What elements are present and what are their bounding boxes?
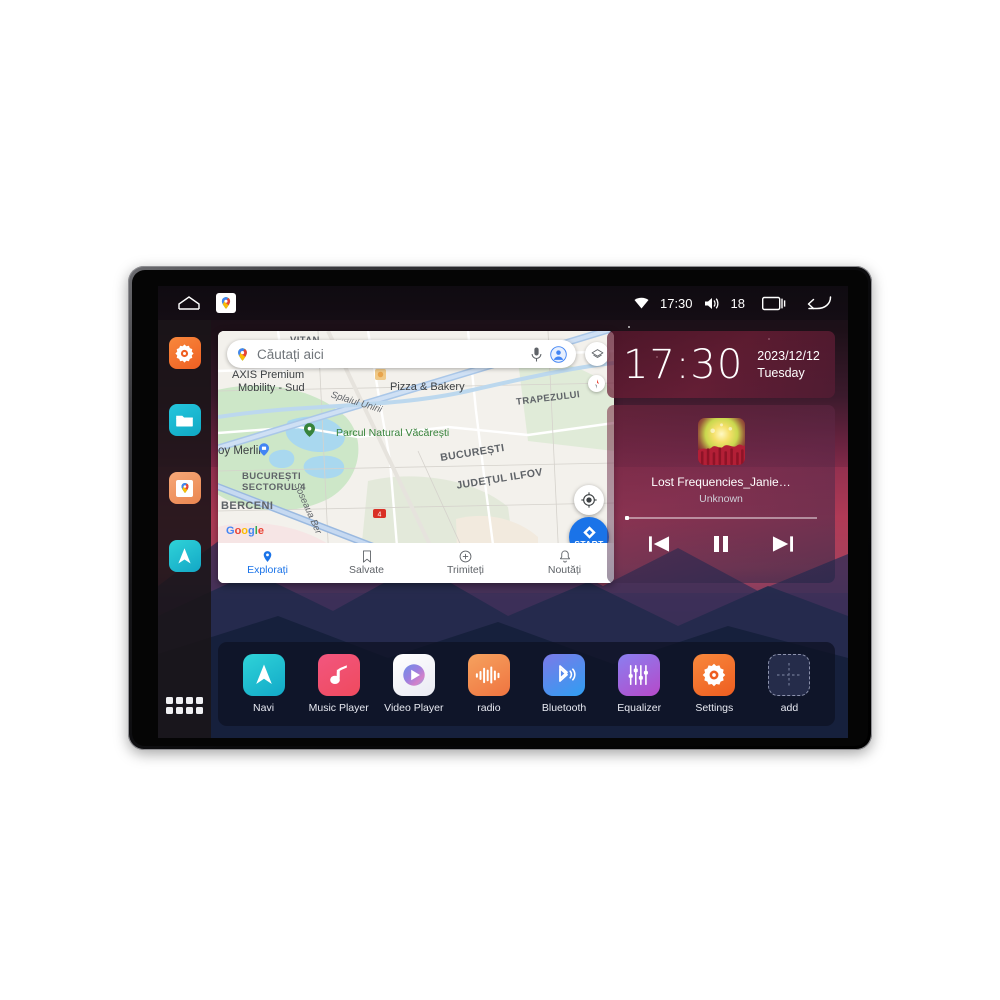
my-location-button[interactable] <box>574 485 604 515</box>
map-pin-icon <box>238 347 247 361</box>
dock-app-video-player[interactable]: Video Player <box>383 654 445 714</box>
home-icon[interactable] <box>178 296 200 310</box>
left-sidebar <box>158 320 211 738</box>
music-player-widget[interactable]: Lost Frequencies_Janie… Unknown <box>607 405 835 583</box>
music-note-icon <box>317 654 360 696</box>
my-location-icon <box>581 492 597 508</box>
album-art[interactable] <box>697 418 745 465</box>
clock-weekday: Tuesday <box>757 365 805 380</box>
dock-app-label: Music Player <box>308 702 369 714</box>
play-circle-icon <box>392 654 435 696</box>
contribute-plus-icon <box>459 550 472 563</box>
navigation-arrow-icon <box>242 654 285 696</box>
wifi-icon <box>634 297 649 309</box>
radio-waveform-icon <box>467 654 510 696</box>
bell-icon <box>559 550 570 563</box>
gear-icon <box>693 654 736 696</box>
map-tab-contribute[interactable]: Trimiteți <box>416 543 515 583</box>
microphone-icon[interactable] <box>531 347 542 362</box>
device-bezel: 17:30 18 4 AXIS Premium Mobility - Sud P… <box>132 270 868 746</box>
dock-app-label: Video Player <box>384 702 444 714</box>
dock-app-label: Equalizer <box>617 702 662 714</box>
dock-app-add[interactable]: add <box>758 654 820 714</box>
progress-slider[interactable] <box>625 516 817 520</box>
map-tab-label: Salvate <box>348 564 385 576</box>
dock-app-label: Settings <box>695 702 734 714</box>
clock-time: 17:30 <box>623 341 744 388</box>
screen: 17:30 18 4 AXIS Premium Mobility - Sud P… <box>158 286 848 738</box>
dock-app-navi[interactable]: Navi <box>233 654 295 714</box>
bookmark-icon <box>362 550 371 563</box>
map-label: BERCENI <box>221 500 274 512</box>
sidebar-item-settings[interactable] <box>168 320 201 386</box>
progress-thumb[interactable] <box>625 516 629 520</box>
head-unit-device: 17:30 18 4 AXIS Premium Mobility - Sud P… <box>128 266 872 750</box>
map-label: Mobility - Sud <box>238 382 305 394</box>
map-compass-button[interactable] <box>588 375 605 392</box>
google-maps-icon <box>168 472 201 504</box>
google-maps-widget[interactable]: 4 VITAN AXIS Premium Mobility - Sud Pizz… <box>218 331 614 583</box>
map-layers-button[interactable] <box>585 342 609 366</box>
map-tab-explore[interactable]: Explorați <box>218 543 317 583</box>
google-watermark: Google <box>226 525 264 537</box>
store-pin-icon <box>259 443 269 456</box>
dock-app-label: add <box>780 702 799 714</box>
explore-pin-icon <box>263 551 272 562</box>
app-dock: Navi Music Player Video Player radio Blu… <box>218 642 835 726</box>
equalizer-sliders-icon <box>618 654 661 696</box>
map-label: BUCUREȘTI <box>242 471 302 482</box>
sidebar-item-file-manager[interactable] <box>168 386 201 454</box>
transport-controls <box>649 535 793 553</box>
app-grid-icon[interactable] <box>166 697 203 714</box>
clock-widget[interactable]: 17:30 2023/12/12 Tuesday <box>607 331 835 398</box>
map-label: oy Merlin <box>218 445 265 457</box>
compass-icon <box>594 378 599 389</box>
map-label: Parcul Natural Văcărești <box>336 427 450 439</box>
map-tab-updates[interactable]: Noutăți <box>515 543 614 583</box>
skip-previous-icon[interactable] <box>649 535 670 553</box>
dock-app-bluetooth[interactable]: Bluetooth <box>533 654 595 714</box>
pause-icon[interactable] <box>712 535 730 553</box>
bluetooth-icon <box>543 654 586 696</box>
dock-app-label: Navi <box>253 702 275 714</box>
svg-text:4: 4 <box>378 511 382 518</box>
map-label: Pizza & Bakery <box>390 381 465 393</box>
google-maps-icon[interactable] <box>216 293 236 313</box>
gear-icon <box>168 337 201 369</box>
volume-icon <box>704 297 720 310</box>
recents-icon[interactable] <box>762 296 786 311</box>
add-widget-icon <box>768 654 811 696</box>
search-input[interactable]: Căutați aici <box>257 347 531 362</box>
navigation-diamond-icon <box>582 526 596 539</box>
sidebar-item-navi[interactable] <box>168 522 201 590</box>
volume-level: 18 <box>730 295 745 311</box>
map-tab-label: Trimiteți <box>447 564 484 576</box>
account-circle-icon[interactable] <box>550 345 567 363</box>
restaurant-pin-icon <box>375 369 386 380</box>
map-tab-label: Noutăți <box>547 564 582 576</box>
maps-search-bar[interactable]: Căutați aici <box>227 340 576 368</box>
dock-app-label: Bluetooth <box>541 702 587 714</box>
maps-bottom-tabs: Explorați Salvate Trimiteți Noutăți <box>218 543 614 583</box>
layers-icon <box>591 348 603 358</box>
status-bar: 17:30 18 <box>158 286 848 320</box>
map-tab-saved[interactable]: Salvate <box>317 543 416 583</box>
folder-icon <box>168 404 201 436</box>
dock-app-settings[interactable]: Settings <box>683 654 745 714</box>
back-icon[interactable] <box>806 295 832 311</box>
map-tab-label: Explorați <box>247 564 288 576</box>
status-time: 17:30 <box>659 295 693 311</box>
dock-app-radio[interactable]: radio <box>458 654 520 714</box>
track-title: Lost Frequencies_Janie… <box>651 475 791 489</box>
clock-date: 2023/12/12 <box>757 348 820 363</box>
navigation-arrow-icon <box>168 540 201 572</box>
skip-next-icon[interactable] <box>772 535 793 553</box>
dock-app-label: radio <box>477 702 501 714</box>
track-artist: Unknown <box>699 493 743 505</box>
dock-app-equalizer[interactable]: Equalizer <box>608 654 670 714</box>
map-label: AXIS Premium <box>232 369 305 381</box>
dock-app-music-player[interactable]: Music Player <box>308 654 370 714</box>
park-pin-icon <box>304 423 315 437</box>
sidebar-item-google-maps[interactable] <box>168 454 201 522</box>
